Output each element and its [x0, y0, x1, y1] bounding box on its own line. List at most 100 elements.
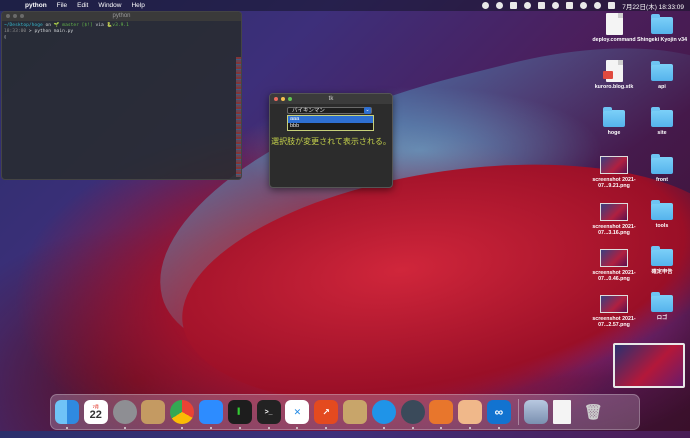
screenshot-preview-thumbnail[interactable] — [613, 343, 685, 388]
trash-icon[interactable]: 🗑 — [581, 400, 605, 424]
desktop-icon-label: 確定申告 — [651, 269, 673, 275]
terminal-scroll-decoration — [236, 57, 241, 177]
status-icon[interactable] — [538, 2, 546, 9]
desktop-icon-label: screenshot 2021-07...2.57.png — [592, 316, 636, 328]
terminal-output[interactable]: ~/Desktop/hoge on 🌱 master [$!] via 🐍v3.… — [2, 21, 241, 43]
desktop-icon-label: api — [658, 84, 666, 90]
menu-window[interactable]: Window — [98, 2, 121, 9]
tk-title: tk — [328, 96, 334, 102]
folder-icon — [651, 107, 673, 127]
menu-bar: python File Edit Window Help 7月22日(木) 18… — [0, 0, 690, 11]
minimize-button[interactable] — [13, 14, 17, 18]
prompt-time: 18:33:00 — [4, 29, 27, 34]
prompt-path: ~/Desktop/hoge — [4, 23, 43, 28]
archive-icon[interactable] — [342, 400, 367, 424]
folder-icon — [651, 292, 673, 312]
terminal-icon[interactable]: ▌ — [227, 400, 252, 429]
folder-icon — [603, 107, 625, 127]
desktop-icon-label: screenshot 2021-07...3.16.png — [592, 224, 636, 236]
sourcetree-icon[interactable] — [429, 400, 454, 429]
terminal-title: python — [112, 13, 131, 19]
control-center-icon[interactable] — [608, 2, 616, 9]
status-icon[interactable] — [524, 2, 532, 9]
calendar-day: 22 — [89, 408, 102, 421]
desktop-icon-label: hoge — [607, 130, 621, 136]
folder-icon — [651, 200, 673, 220]
dock: 7月 22 ▌ >_ ✕ ↗ ∞ 🗑 — [50, 394, 640, 430]
combobox-dropdown-list[interactable]: aaa bbb — [287, 115, 374, 131]
notes-icon[interactable] — [458, 400, 483, 429]
zoom-button[interactable] — [288, 97, 292, 101]
docker-icon[interactable] — [371, 400, 396, 429]
menu-file[interactable]: File — [57, 2, 67, 9]
desktop-icon-api[interactable]: api — [634, 61, 690, 90]
desktop-icon-front[interactable]: front — [634, 154, 690, 183]
apple-menu-icon[interactable] — [9, 2, 17, 10]
image-thumbnail — [600, 249, 628, 267]
image-thumbnail — [600, 203, 628, 221]
terminal-window[interactable]: python ~/Desktop/hoge on 🌱 master [$!] v… — [1, 11, 242, 180]
vscode-icon[interactable]: ✕ — [285, 400, 310, 429]
folder-icon — [651, 154, 673, 174]
preview-app-icon[interactable] — [523, 400, 548, 424]
desktop-icon-site[interactable]: site — [634, 107, 690, 136]
status-icon[interactable] — [510, 2, 518, 9]
zoom-button[interactable] — [20, 14, 24, 18]
menu-help[interactable]: Help — [131, 2, 144, 9]
combobox[interactable]: バイキンマン ⌄ — [287, 107, 372, 114]
tk-title-bar[interactable]: tk — [270, 94, 392, 104]
menu-app-name[interactable]: python — [25, 2, 47, 9]
infinity-icon[interactable]: ∞ — [486, 400, 511, 429]
desktop-icon-label: kuroro.blog.stk — [594, 84, 634, 90]
system-preferences-icon[interactable] — [112, 400, 137, 429]
battery-icon[interactable] — [566, 2, 574, 9]
prompt-on: on — [42, 23, 54, 28]
terminal-title-bar[interactable]: python — [2, 12, 241, 21]
dock-separator — [517, 399, 519, 425]
finder-icon[interactable] — [55, 400, 79, 429]
prompt-via: via — [92, 23, 107, 28]
tk-window[interactable]: tk バイキンマン ⌄ aaa bbb 選択肢が変更されて表示される。 — [269, 93, 393, 188]
desktop-icon-label: deploy.command — [592, 37, 636, 43]
bluetooth-icon[interactable] — [552, 2, 560, 9]
dropdown-option-bbb[interactable]: bbb — [288, 123, 373, 130]
chrome-icon[interactable] — [170, 400, 195, 429]
close-button[interactable] — [6, 14, 10, 18]
folder-icon — [651, 61, 673, 81]
desktop-icon-label: ロゴ — [656, 315, 668, 321]
search-icon[interactable] — [594, 2, 602, 9]
prompt-branch: 🌱 master [$!] — [53, 23, 93, 28]
desktop-icon-kakutei-shinkoku[interactable]: 確定申告 — [634, 246, 690, 275]
image-thumbnail — [600, 156, 628, 174]
document-icon — [602, 60, 623, 82]
prompt-python-version: 🐍v3.9.1 — [106, 23, 129, 28]
status-icon[interactable] — [482, 2, 490, 9]
stats-icon[interactable]: ↗ — [314, 400, 339, 429]
chevron-down-icon[interactable]: ⌄ — [364, 107, 371, 114]
desktop-icon-label: screenshot 2021-07...9.21.png — [592, 177, 636, 189]
minimize-button[interactable] — [281, 97, 285, 101]
calendar-icon[interactable]: 7月 22 — [83, 400, 108, 424]
wifi-icon[interactable] — [580, 2, 588, 9]
document-icon[interactable] — [552, 400, 571, 424]
cursor: ▯ — [4, 35, 7, 40]
status-icon[interactable] — [496, 2, 504, 9]
clock[interactable]: 7月22日(木) 18:33:09 — [622, 1, 684, 11]
zoom-icon[interactable] — [198, 400, 223, 429]
menu-edit[interactable]: Edit — [77, 2, 88, 9]
desktop-icon-tools[interactable]: tools — [634, 200, 690, 229]
combobox-value: バイキンマン — [292, 108, 325, 114]
close-button[interactable] — [274, 97, 278, 101]
desktop-icon-shingeki-kyojin[interactable]: Shingeki Kyojin v34 — [634, 14, 690, 43]
desktop-icon-label: screenshot 2021-07...0.46.png — [592, 270, 636, 282]
quicktime-icon[interactable] — [400, 400, 425, 429]
folder-icon — [651, 246, 673, 266]
folder-icon — [651, 14, 673, 34]
contacts-icon[interactable] — [141, 400, 166, 424]
dropdown-option-aaa[interactable]: aaa — [288, 116, 373, 123]
status-area: 7月22日(木) 18:33:09 — [482, 0, 684, 11]
desktop-icon-logo[interactable]: ロゴ — [634, 292, 690, 321]
terminal-icon[interactable]: >_ — [256, 400, 281, 429]
result-label: 選択肢が変更されて表示される。 — [271, 137, 391, 146]
command-text: > python main.py — [26, 29, 74, 34]
